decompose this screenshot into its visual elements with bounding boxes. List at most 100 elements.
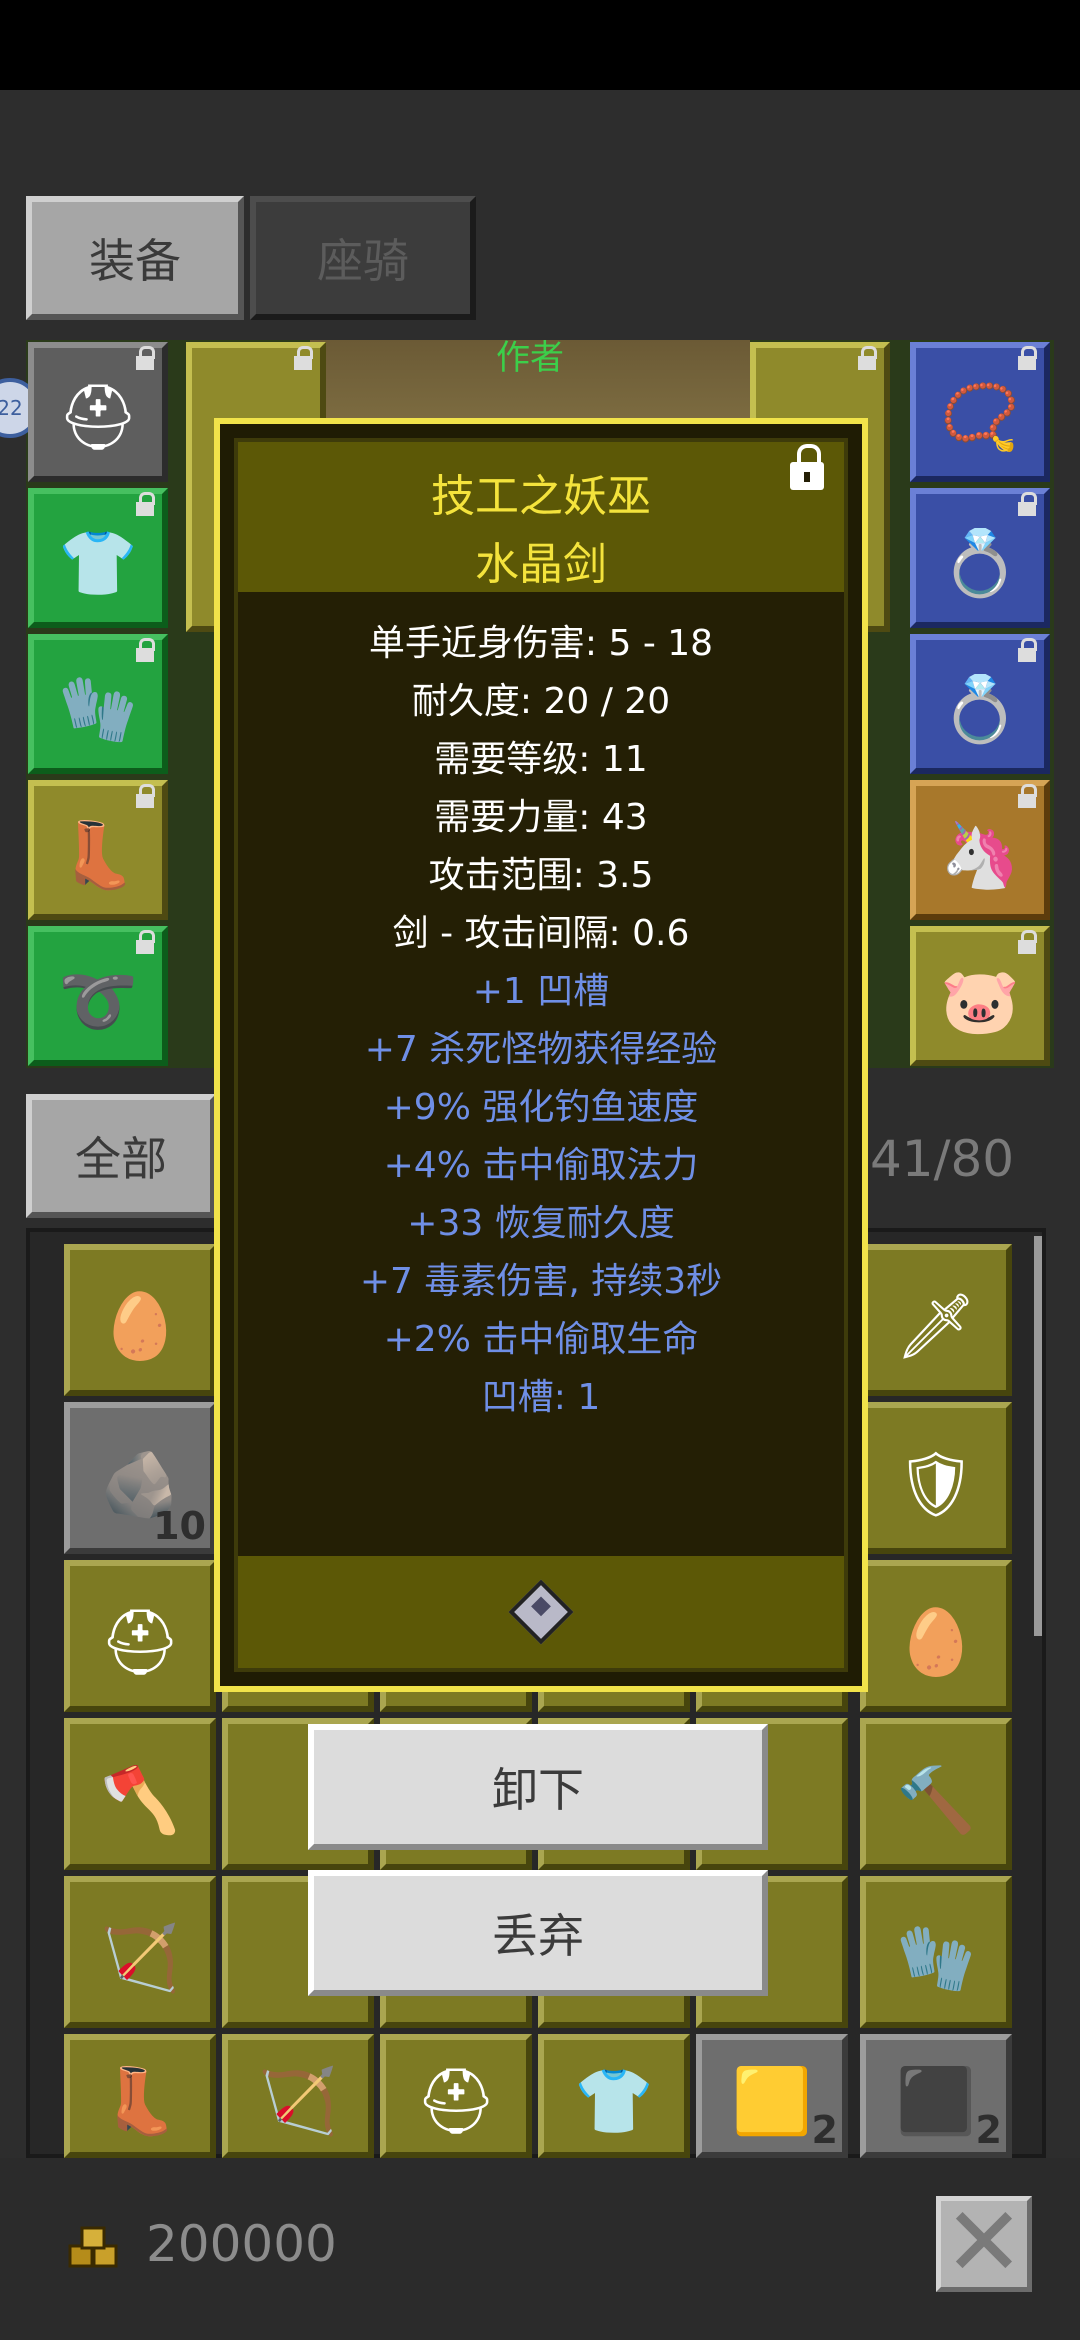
magic-stat: +7 毒素伤害, 持续3秒 bbox=[359, 1261, 723, 1302]
tooltip-body: 技工之妖巫 水晶剑 单手近身伤害: 5 - 18 耐久度: 20 / 20 需要… bbox=[234, 438, 848, 1672]
discard-button[interactable]: 丢弃 bbox=[308, 1870, 768, 1996]
equip-slot-ring-1[interactable]: 💍 bbox=[910, 488, 1050, 628]
discard-label: 丢弃 bbox=[492, 1909, 584, 1963]
stat-attack-range: 攻击范围: 3.5 bbox=[428, 855, 654, 896]
ring-icon: 💍 bbox=[940, 673, 1020, 748]
inventory-slot[interactable]: 🏹 bbox=[64, 1876, 216, 2028]
close-icon: ✕ bbox=[943, 2186, 1025, 2298]
sword-icon: 🗡 bbox=[895, 1290, 977, 1364]
character-name: 作者 bbox=[496, 338, 564, 378]
inventory-filter-label: 全部 bbox=[75, 1132, 167, 1186]
unequip-button[interactable]: 卸下 bbox=[308, 1724, 768, 1850]
lock-icon bbox=[136, 784, 155, 808]
shield-icon: 🛡 bbox=[895, 1448, 977, 1522]
equip-slot-gloves[interactable]: 🧤 bbox=[28, 634, 168, 774]
magic-stat: +2% 击中偷取生命 bbox=[383, 1319, 699, 1360]
lock-icon bbox=[136, 930, 155, 954]
magic-stat: +9% 强化钓鱼速度 bbox=[383, 1087, 699, 1128]
equip-slot-chest[interactable]: 👕 bbox=[28, 488, 168, 628]
bow-icon: 🏹 bbox=[100, 1922, 180, 1996]
lock-icon bbox=[136, 346, 155, 370]
inventory-slot[interactable]: 🗡 bbox=[860, 1244, 1012, 1396]
equip-slot-belt[interactable]: ➰ bbox=[28, 926, 168, 1066]
inventory-slot[interactable]: 🧤 bbox=[860, 1876, 1012, 2028]
amulet-icon: 📿 bbox=[940, 381, 1020, 456]
axe-icon: 🪓 bbox=[100, 1764, 180, 1838]
inventory-slot[interactable]: ⛑ bbox=[64, 1560, 216, 1712]
pet-icon: 🐷 bbox=[940, 965, 1020, 1040]
socket-count: 凹槽: 1 bbox=[481, 1377, 601, 1418]
item-count: 2 bbox=[811, 2108, 838, 2152]
item-tooltip: 技工之妖巫 水晶剑 单手近身伤害: 5 - 18 耐久度: 20 / 20 需要… bbox=[214, 418, 868, 1692]
item-prefix-name: 技工之妖巫 bbox=[431, 471, 651, 522]
lock-icon bbox=[136, 638, 155, 662]
stat-required-level: 需要等级: 11 bbox=[434, 739, 648, 780]
mace-icon: 🔨 bbox=[896, 1764, 976, 1838]
tab-equipment[interactable]: 装备 bbox=[26, 196, 244, 320]
lock-icon bbox=[294, 346, 313, 370]
chest-armor-icon: 👕 bbox=[58, 527, 138, 602]
status-bar bbox=[0, 0, 1080, 90]
bow-icon: 🏹 bbox=[258, 2064, 338, 2139]
gold-nugget-icon: 🟨 bbox=[732, 2064, 812, 2139]
coal-icon: ⬛ bbox=[896, 2064, 976, 2139]
tab-mount[interactable]: 座骑 bbox=[250, 196, 476, 320]
equip-slot-amulet[interactable]: 📿 bbox=[910, 342, 1050, 482]
close-button[interactable]: ✕ bbox=[936, 2194, 1032, 2292]
inventory-capacity: 41/80 bbox=[870, 1130, 1015, 1188]
inventory-scrollbar[interactable] bbox=[1034, 1236, 1042, 1636]
gold-coin-icon bbox=[68, 2226, 118, 2268]
equip-slot-pet-2[interactable]: 🐷 bbox=[910, 926, 1050, 1066]
gloves-icon: 🧤 bbox=[58, 673, 138, 748]
magic-stat: +7 杀死怪物获得经验 bbox=[364, 1029, 718, 1070]
stat-durability: 耐久度: 20 / 20 bbox=[411, 681, 671, 722]
inventory-slot[interactable]: 🏹 bbox=[222, 2034, 374, 2158]
inventory-slot[interactable]: 👕 bbox=[538, 2034, 690, 2158]
lock-icon bbox=[1018, 784, 1037, 808]
lock-icon bbox=[1018, 346, 1037, 370]
inventory-slot[interactable]: 🔨 bbox=[860, 1718, 1012, 1870]
magic-stat: +1 凹槽 bbox=[472, 971, 610, 1012]
helmet-icon: ⛑ bbox=[57, 381, 139, 456]
lock-icon bbox=[1018, 638, 1037, 662]
egg-icon: 🥚 bbox=[100, 1290, 180, 1364]
inventory-slot[interactable]: 🥚 bbox=[64, 1244, 216, 1396]
ring-icon: 💍 bbox=[940, 527, 1020, 602]
lock-icon bbox=[136, 492, 155, 516]
item-name: 水晶剑 bbox=[475, 539, 607, 590]
unequip-label: 卸下 bbox=[492, 1763, 584, 1817]
gold-amount: 200000 bbox=[146, 2215, 337, 2273]
inventory-filter-all[interactable]: 全部 bbox=[26, 1094, 216, 1218]
gloves-icon: 🧤 bbox=[896, 1922, 976, 1996]
tab-equipment-label: 装备 bbox=[89, 234, 181, 288]
lock-icon[interactable] bbox=[790, 444, 824, 490]
inventory-slot[interactable]: 👢 bbox=[64, 2034, 216, 2158]
stat-required-strength: 需要力量: 43 bbox=[434, 797, 648, 838]
gem-socket-icon[interactable] bbox=[508, 1579, 574, 1645]
boots-icon: 👢 bbox=[58, 819, 138, 894]
inventory-slot[interactable]: ⛑ bbox=[380, 2034, 532, 2158]
boots-icon: 👢 bbox=[100, 2064, 180, 2139]
helmet-icon: ⛑ bbox=[99, 1606, 181, 1680]
item-count: 2 bbox=[975, 2108, 1002, 2152]
magic-stat: +33 恢复耐久度 bbox=[407, 1203, 675, 1244]
egg-icon: 🥚 bbox=[896, 1606, 976, 1680]
inventory-slot[interactable]: 🥚 bbox=[860, 1560, 1012, 1712]
equip-slot-ring-2[interactable]: 💍 bbox=[910, 634, 1050, 774]
inventory-slot[interactable]: ⬛ 2 bbox=[860, 2034, 1012, 2158]
chest-armor-icon: 👕 bbox=[574, 2064, 654, 2139]
equip-slot-boots[interactable]: 👢 bbox=[28, 780, 168, 920]
equip-slot-pet-1[interactable]: 🦄 bbox=[910, 780, 1050, 920]
stat-attack-interval: 剑 - 攻击间隔: 0.6 bbox=[392, 913, 690, 954]
pet-icon: 🦄 bbox=[940, 819, 1020, 894]
equip-slot-helmet[interactable]: ⛑ bbox=[28, 342, 168, 482]
tooltip-header: 技工之妖巫 水晶剑 bbox=[238, 442, 844, 592]
inventory-slot[interactable]: 🛡 bbox=[860, 1402, 1012, 1554]
inventory-slot[interactable]: 🪓 bbox=[64, 1718, 216, 1870]
inventory-slot[interactable]: 🟨 2 bbox=[696, 2034, 848, 2158]
magic-stat: +4% 击中偷取法力 bbox=[383, 1145, 699, 1186]
stat-damage: 单手近身伤害: 5 - 18 bbox=[368, 623, 714, 664]
helmet-icon: ⛑ bbox=[415, 2064, 497, 2139]
inventory-slot[interactable]: 🪨 10 bbox=[64, 1402, 216, 1554]
tab-mount-label: 座骑 bbox=[317, 234, 409, 288]
